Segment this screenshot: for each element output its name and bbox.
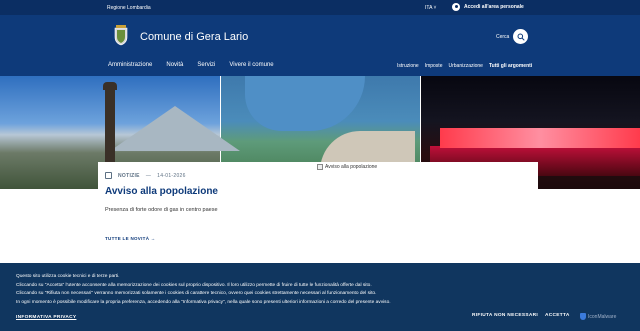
news-image: Avviso alla popolazione	[317, 164, 377, 170]
search-label: Cerca	[496, 34, 510, 40]
top-bar: Regione Lombardia ITA ˅ Accedi all'area …	[0, 0, 640, 15]
privacy-policy-link[interactable]: INFORMATIVA PRIVACY	[16, 315, 76, 320]
news-category: NOTIZIE	[118, 172, 140, 179]
topic-istruzione[interactable]: Istruzione	[397, 63, 419, 69]
mountain-shape	[110, 106, 240, 151]
main-navigation: Amministrazione Novità Servizi Vivere il…	[108, 62, 274, 68]
nav-item-amministrazione[interactable]: Amministrazione	[108, 62, 152, 68]
cookie-line: In ogni momento è possibile modificare l…	[16, 299, 391, 305]
site-header: Comune di Gera Lario Cerca Amministrazio…	[0, 15, 640, 76]
shield-icon	[580, 313, 586, 320]
reject-button[interactable]: RIFIUTA NON NECESSARI	[472, 313, 538, 318]
user-icon	[452, 3, 460, 11]
site-title[interactable]: Comune di Gera Lario	[140, 31, 248, 43]
news-description: Presenza di forte odore di gas in centro…	[105, 207, 218, 213]
search-button[interactable]	[513, 29, 528, 44]
news-separator: —	[145, 172, 152, 179]
region-link[interactable]: Regione Lombardia	[107, 5, 151, 11]
topic-imposte[interactable]: Imposte	[425, 63, 443, 69]
nav-item-novita[interactable]: Novità	[166, 62, 183, 68]
calendar-icon	[105, 172, 112, 179]
language-selector[interactable]: ITA ˅	[425, 5, 436, 11]
news-meta: NOTIZIE — 14-01-2026	[105, 172, 186, 179]
language-label: ITA	[425, 5, 433, 11]
news-image-alt: Avviso alla popolazione	[325, 164, 378, 170]
login-label: Accedi all'area personale	[464, 4, 524, 10]
cookie-line: Cliccando su "Accetta" l'utente acconsen…	[16, 282, 372, 288]
nav-item-servizi[interactable]: Servizi	[197, 62, 215, 68]
topics-navigation: Istruzione Imposte Urbanizzazione Tutti …	[397, 63, 532, 69]
coat-of-arms-logo[interactable]	[112, 24, 130, 46]
cookie-line: Cliccando su "Rifiuta non necessari" ver…	[16, 291, 377, 296]
nav-item-vivere-il-comune[interactable]: Vivere il comune	[229, 62, 273, 68]
topic-all[interactable]: Tutti gli argomenti	[489, 63, 532, 69]
login-button[interactable]: Accedi all'area personale	[452, 3, 524, 11]
cookie-line: Questo sito utilizza cookie tecnici e di…	[16, 274, 120, 279]
security-badge: IconMalware	[580, 313, 616, 320]
topic-urbanizzazione[interactable]: Urbanizzazione	[448, 63, 482, 69]
search-icon	[517, 33, 525, 41]
accept-button[interactable]: ACCETTA	[545, 313, 570, 318]
news-card: NOTIZIE — 14-01-2026 Avviso alla popolaz…	[98, 162, 538, 222]
cookie-text: Questo sito utilizza cookie tecnici e di…	[16, 273, 391, 307]
all-news-link[interactable]: TUTTE LE NOVITÀ →	[105, 236, 156, 241]
badge-label: IconMalware	[588, 313, 617, 320]
bridge-shape	[440, 128, 640, 148]
cookie-banner: Questo sito utilizza cookie tecnici e di…	[0, 263, 640, 331]
news-title[interactable]: Avviso alla popolazione	[105, 186, 218, 197]
all-news-label: TUTTE LE NOVITÀ	[105, 236, 150, 241]
broken-image-icon	[317, 164, 323, 170]
news-date: 14-01-2026	[157, 172, 186, 179]
